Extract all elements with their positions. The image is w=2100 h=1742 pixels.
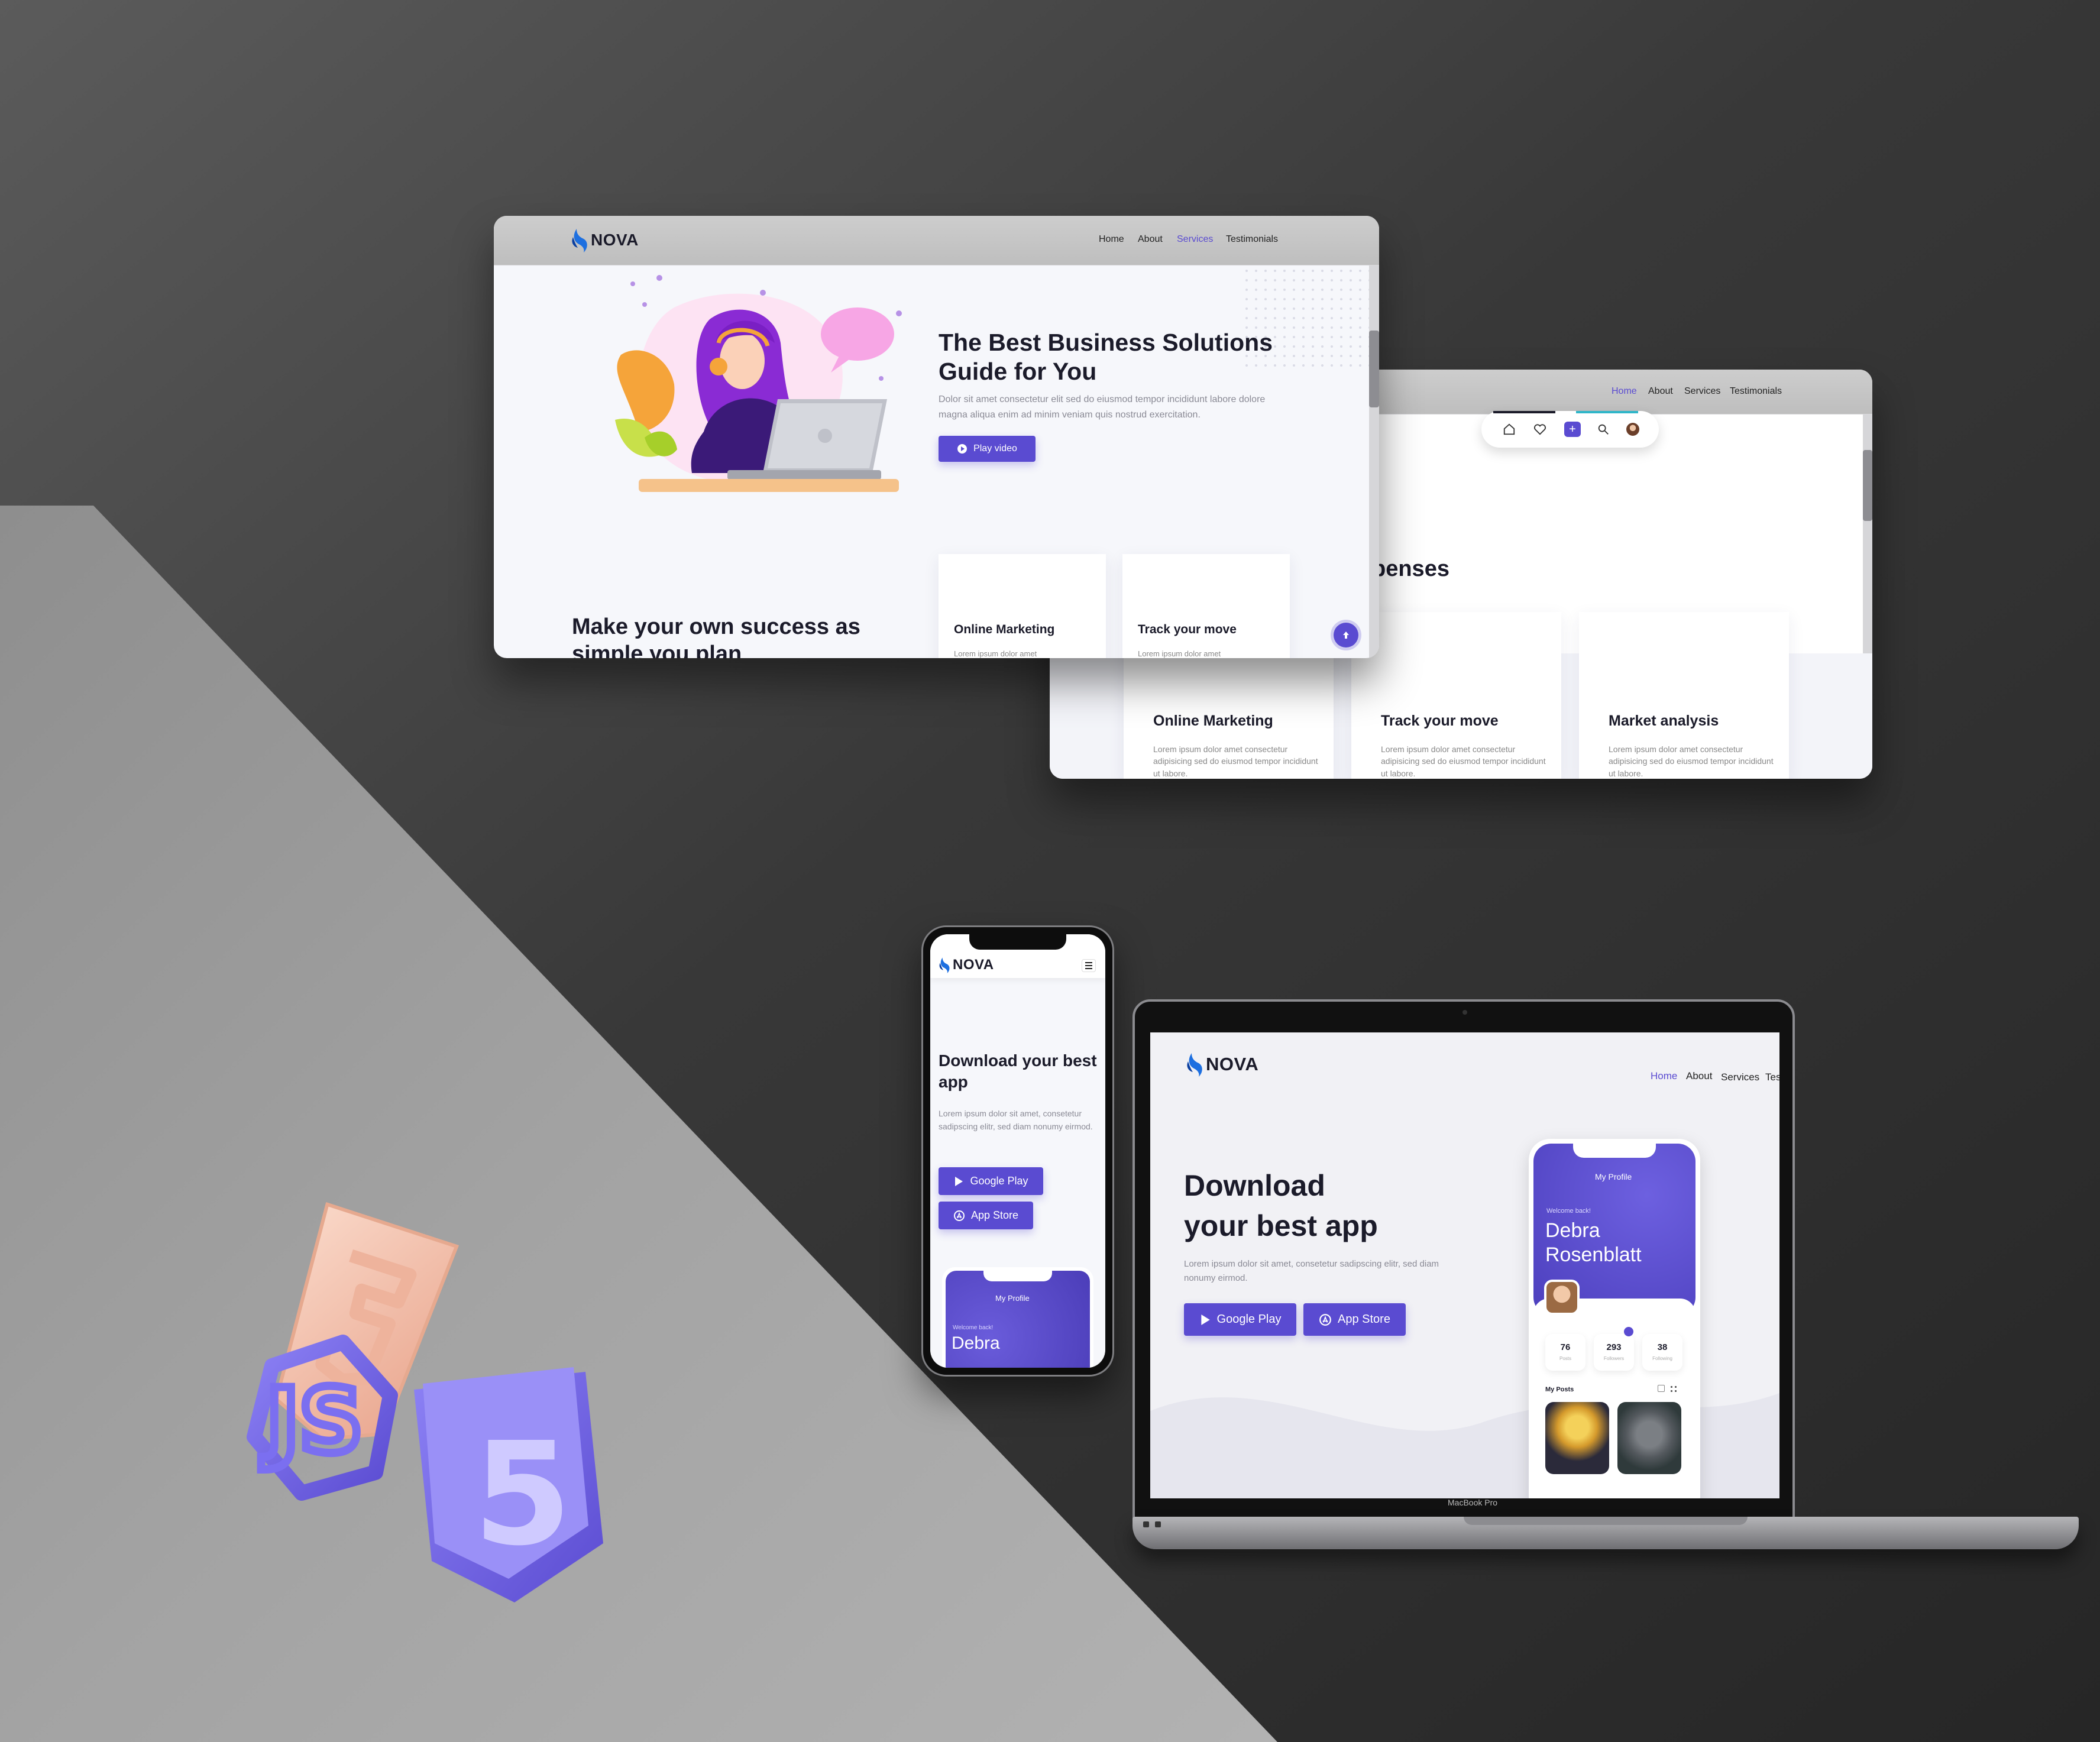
google-play-icon (955, 1176, 963, 1186)
nav-about[interactable]: About (1648, 386, 1673, 397)
service-card[interactable]: Track your move Lorem ipsum dolor amet c… (1351, 612, 1561, 779)
service-card[interactable]: Track your move Lorem ipsum dolor amet (1122, 554, 1290, 658)
stat-card: 76 Posts (1545, 1334, 1585, 1371)
browser-window-hero: NOVA Home About Services Testimonials Th… (494, 216, 1379, 658)
nav-services[interactable]: Services (1721, 1071, 1759, 1083)
section-title-fragment: penses (1372, 556, 1449, 581)
tech-badges-illustration: JS 5 (247, 1202, 603, 1602)
app-store-button[interactable]: App Store (1303, 1303, 1406, 1336)
nav-about[interactable]: About (1686, 1070, 1712, 1082)
google-play-button[interactable]: Google Play (939, 1167, 1043, 1195)
google-play-label: Google Play (970, 1175, 1028, 1187)
nav-home[interactable]: Home (1651, 1070, 1677, 1082)
profile-preview-card: My Profile Welcome back! Debra (942, 1267, 1093, 1368)
app-store-label: App Store (970, 1209, 1019, 1221)
page-text: Lorem ipsum dolor sit amet, consetetur s… (1184, 1259, 1439, 1283)
grid-view-icon[interactable] (1669, 1385, 1678, 1393)
camera (1462, 1010, 1467, 1015)
arrow-up-icon (1343, 632, 1349, 639)
service-card[interactable]: Market analysis Lorem ipsum dolor amet c… (1579, 612, 1789, 779)
page-title: Download your best app (939, 1051, 1097, 1092)
nav-testimonials[interactable]: Testimonials (1730, 386, 1782, 397)
nav-services[interactable]: Services (1177, 234, 1213, 245)
css-badge-mark: 5 (473, 1411, 572, 1577)
laptop-mockup: NOVA Home About Services Tes Download yo… (1132, 999, 1795, 1526)
hero-title: The Best Business Solutions Guide for Yo… (939, 329, 1273, 386)
nav-home[interactable]: Home (1612, 386, 1637, 397)
page-text: Lorem ipsum dolor sit amet, consetetur s… (939, 1109, 1093, 1132)
hamburger-icon[interactable] (1082, 959, 1096, 972)
brand-logo[interactable]: NOVA (571, 228, 639, 252)
laptop-screen: NOVA Home About Services Tes Download yo… (1150, 1032, 1779, 1498)
nav-testimonials[interactable]: Tes (1765, 1071, 1779, 1083)
phone-screen: NOVA Download your best app Lorem ipsum … (930, 934, 1105, 1368)
phone-notch (969, 934, 1066, 950)
play-video-label: Play video (973, 443, 1017, 454)
nova-logo-icon (939, 957, 950, 973)
css-badge-icon: 5 (414, 1367, 603, 1602)
profile-name: Debra Rosenblatt (1545, 1219, 1642, 1266)
nav-testimonials[interactable]: Testimonials (1226, 234, 1278, 245)
posts-label: My Posts (1545, 1386, 1574, 1393)
profile-name: Debra (952, 1333, 1000, 1353)
google-play-button[interactable]: Google Play (1184, 1303, 1296, 1336)
nova-logo-icon (572, 229, 587, 252)
list-view-icon[interactable] (1658, 1385, 1665, 1392)
js-text: JS (261, 1370, 363, 1473)
nova-logo-icon (1187, 1053, 1202, 1077)
avatar[interactable] (1626, 423, 1639, 436)
search-icon[interactable] (1597, 423, 1610, 436)
stat-card: 293 Followers (1594, 1334, 1634, 1371)
section-title: Make your own success as simple you plan (572, 614, 860, 658)
avatar[interactable] (1544, 1280, 1580, 1315)
plus-icon[interactable]: + (1564, 422, 1581, 437)
brand-logo[interactable]: NOVA (1186, 1051, 1258, 1077)
nav-about[interactable]: About (1138, 234, 1163, 245)
play-video-button[interactable]: Play video (939, 436, 1036, 462)
app-store-button[interactable]: App Store (939, 1202, 1033, 1229)
heart-icon[interactable] (1533, 423, 1546, 436)
nav-home[interactable]: Home (1099, 234, 1124, 245)
welcome-text: Welcome back! (1546, 1207, 1591, 1215)
hero-text: Dolor sit amet consectetur elit sed do e… (939, 394, 1266, 420)
post-thumbnail[interactable] (1617, 1402, 1681, 1474)
laptop-model-label: MacBook Pro (1448, 1498, 1498, 1507)
laptop-base (1132, 1517, 2079, 1549)
service-card[interactable]: Online Marketing Lorem ipsum dolor amet (939, 554, 1106, 658)
brand-name: NOVA (591, 231, 639, 249)
welcome-text: Welcome back! (953, 1325, 994, 1331)
scrollbar[interactable] (1369, 265, 1379, 658)
smartphone-mockup: NOVA Download your best app Lorem ipsum … (921, 925, 1114, 1377)
google-play-icon (1201, 1314, 1210, 1325)
notification-dot (1624, 1327, 1633, 1336)
scroll-to-top-button[interactable] (1334, 623, 1358, 647)
page-title: Download your best app (1184, 1169, 1378, 1242)
profile-header: My Profile (995, 1294, 1030, 1303)
brand-logo[interactable]: NOVA (939, 956, 994, 974)
profile-header: My Profile (1595, 1172, 1632, 1181)
nav-services[interactable]: Services (1684, 386, 1720, 397)
app-preview-phone: My Profile Welcome back! Debra Rosenblat… (1529, 1139, 1700, 1498)
google-play-label: Google Play (1216, 1313, 1282, 1326)
app-store-icon (953, 1210, 965, 1221)
hero-illustration (615, 275, 902, 492)
play-icon (957, 444, 968, 454)
app-store-icon (1319, 1313, 1331, 1326)
post-thumbnail[interactable] (1545, 1402, 1609, 1474)
brand-name: NOVA (1206, 1054, 1259, 1074)
app-store-label: App Store (1338, 1313, 1390, 1326)
mobile-toolbar: + (1481, 411, 1659, 448)
window-header: NOVA Home About Services Testimonials (494, 216, 1379, 265)
home-icon[interactable] (1503, 423, 1516, 436)
brand-name: NOVA (953, 957, 994, 973)
stat-card: 38 Following (1642, 1334, 1682, 1371)
